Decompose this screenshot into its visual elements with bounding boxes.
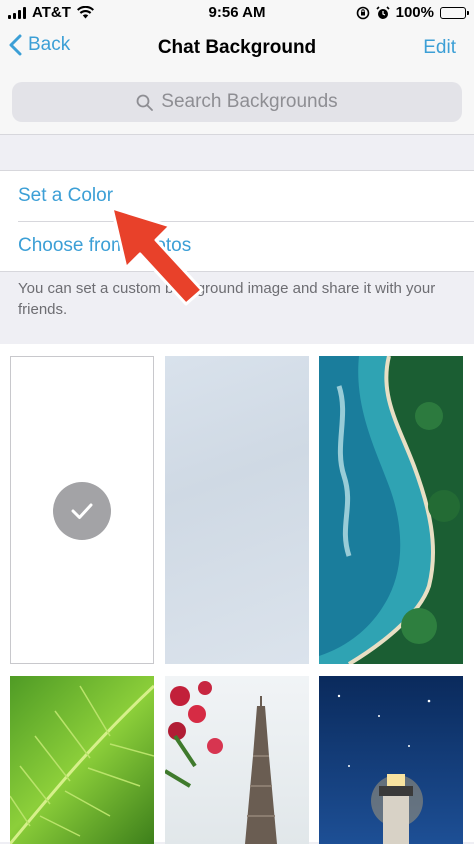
choose-photos-option[interactable]: Choose from Photos <box>0 221 474 271</box>
status-right: 100% <box>356 4 469 21</box>
wallpaper-plain-white[interactable] <box>10 356 154 664</box>
wallpaper-green-leaf[interactable] <box>10 676 154 844</box>
search-bar-container: Search Backgrounds <box>0 72 474 135</box>
wallpaper-aerial-beach[interactable] <box>319 356 463 664</box>
battery-icon <box>440 6 469 19</box>
search-icon <box>136 94 154 111</box>
section-footer-hint: You can set a custom background image an… <box>18 280 436 318</box>
wallpaper-lighthouse-night[interactable] <box>319 676 463 844</box>
eiffel-tower-image <box>165 681 277 844</box>
wallpaper-grid <box>0 344 474 844</box>
battery-percent: 100% <box>395 4 434 21</box>
alarm-icon <box>376 5 390 19</box>
wallpaper-light-blue-texture[interactable] <box>165 356 309 664</box>
rotation-lock-icon <box>356 6 369 19</box>
search-input[interactable]: Search Backgrounds <box>12 82 462 122</box>
lighthouse-night-image <box>337 694 431 844</box>
wallpaper-eiffel-tower[interactable] <box>165 676 309 844</box>
background-options-list: Set a Color Choose from Photos <box>0 170 474 272</box>
page-title: Chat Background <box>157 37 317 58</box>
navigation-bar: Back Chat Background Edit <box>0 26 474 72</box>
section-spacer <box>0 135 474 170</box>
green-leaf-image <box>10 684 154 844</box>
status-bar: AT&T 9:56 AM 100% <box>0 0 474 26</box>
aerial-beach-image <box>319 356 463 664</box>
search-placeholder: Search Backgrounds <box>161 91 338 112</box>
set-color-option[interactable]: Set a Color <box>0 171 474 221</box>
selected-checkmark-icon <box>53 482 111 540</box>
edit-button[interactable]: Edit <box>423 37 456 59</box>
